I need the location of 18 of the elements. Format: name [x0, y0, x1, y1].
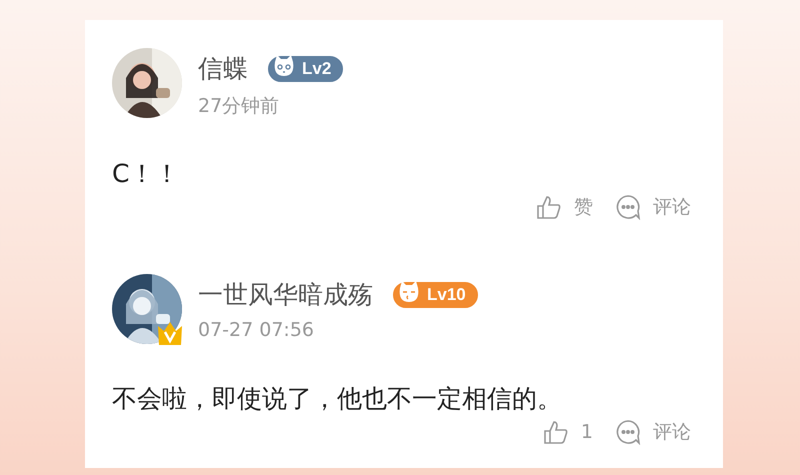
comment-button[interactable]: 评论	[615, 194, 691, 220]
speech-bubble-icon	[615, 194, 641, 220]
user-name: 信蝶	[198, 53, 248, 85]
comment-text: 不会啦，即使说了，他也不一定相信的。	[112, 383, 563, 415]
cat-face-icon	[272, 54, 296, 78]
level-badge: Lv10	[393, 282, 478, 308]
level-badge: Lv2	[268, 56, 344, 82]
like-button[interactable]: 赞	[536, 194, 593, 220]
comment-text: C！！	[112, 158, 180, 190]
user-name: 一世风华暗成殇	[198, 279, 373, 311]
like-button[interactable]: 1	[542, 419, 593, 445]
comment-time: 27分钟前	[198, 94, 280, 119]
speech-bubble-icon	[615, 419, 641, 445]
thumbs-up-icon	[542, 419, 569, 445]
comment-time: 07-27 07:56	[198, 319, 316, 341]
cat-face-icon	[397, 280, 421, 304]
thumbs-up-icon	[536, 194, 562, 220]
comment-button[interactable]: 评论	[615, 419, 691, 445]
